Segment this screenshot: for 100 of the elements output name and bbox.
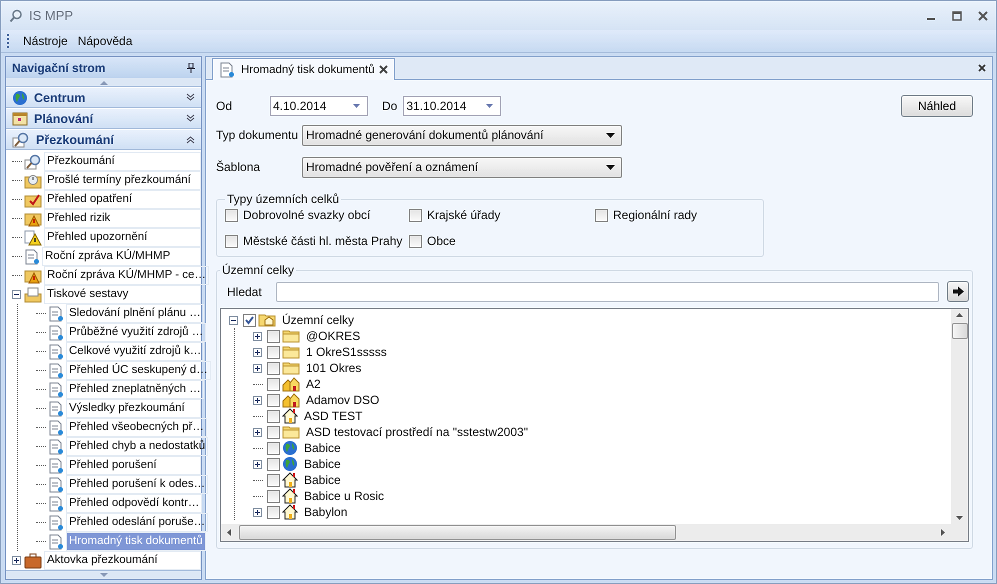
tree-item[interactable]: 1 OkreS1sssss (306, 345, 387, 359)
document-tab[interactable]: Hromadný tisk dokumentů (212, 58, 395, 80)
splitter-handle[interactable] (6, 78, 201, 87)
checkbox[interactable] (409, 234, 422, 248)
tree-item[interactable]: Sledování plnění plánu … (66, 304, 204, 323)
tree-item[interactable]: Babice (304, 473, 341, 487)
scroll-right-icon[interactable] (941, 529, 945, 536)
tree-item[interactable]: Přehled porušení k odes… (66, 475, 208, 494)
close-icon[interactable] (378, 65, 388, 74)
tree-item[interactable]: Přehled opatření (44, 190, 201, 209)
scroll-thumb[interactable] (952, 323, 968, 339)
dropdown-arrow-icon[interactable] (606, 132, 615, 138)
search-field[interactable] (276, 282, 939, 302)
tab-label[interactable]: Hromadný tisk dokumentů (241, 64, 375, 76)
checkbox[interactable] (409, 208, 422, 222)
tree-item[interactable]: ASD testovací prostředí na "sstestw2003" (306, 425, 528, 439)
expand-icon[interactable] (253, 332, 265, 340)
expand-icon[interactable] (253, 396, 265, 404)
checkbox[interactable] (267, 362, 280, 374)
checkbox[interactable] (267, 506, 280, 518)
checkbox[interactable] (225, 208, 238, 222)
dropdown[interactable]: Hromadné generování dokumentů plánování (302, 124, 622, 146)
go-button[interactable] (947, 281, 969, 302)
tree-item[interactable]: Přehled všeobecných př… (66, 418, 207, 437)
tree-item[interactable]: Přehled odeslání poruše… (66, 513, 208, 532)
expand-icon[interactable] (12, 556, 24, 565)
tree-item[interactable]: @OKRES (306, 329, 360, 343)
tree-item[interactable]: Babice u Rosic (304, 489, 384, 503)
checkbox-label[interactable]: Městské části hl. města Prahy (243, 234, 402, 248)
checkbox[interactable] (267, 330, 280, 342)
expand-icon[interactable] (253, 364, 265, 372)
tree-item[interactable]: 101 Okres (306, 361, 362, 375)
tree-item[interactable]: Přehled porušení (66, 456, 201, 475)
checkbox[interactable] (267, 490, 280, 502)
scroll-down-icon[interactable] (956, 516, 963, 520)
tree-item[interactable]: Přehled chyb a nedostatků (66, 437, 208, 456)
tree-item[interactable]: Přehled upozornění (44, 228, 201, 247)
dropdown-arrow-icon[interactable] (606, 164, 615, 170)
date-field[interactable]: 4.10.2014 (270, 96, 368, 116)
tree-item[interactable]: Územní celky (282, 313, 354, 327)
tree-item[interactable]: Babice (304, 457, 341, 471)
expand-icon[interactable] (253, 508, 265, 516)
tree-item[interactable]: Přehled odpovědí kontr… (66, 494, 202, 513)
dropdown[interactable]: Hromadné pověření a oznámení (302, 156, 622, 178)
close-icon[interactable] (978, 10, 988, 20)
tree-item[interactable]: Babylon (304, 505, 348, 519)
checkbox-label[interactable]: Krajské úřady (427, 208, 500, 222)
expand-icon[interactable] (253, 460, 265, 468)
checkbox[interactable] (267, 346, 280, 358)
tree-item[interactable]: Roční zpráva KÚ/MHMP (42, 247, 201, 266)
menu-item[interactable]: Nápověda (74, 34, 136, 48)
tree-item[interactable]: Přezkoumání (44, 152, 201, 171)
checkbox[interactable] (267, 458, 280, 470)
splitter-handle[interactable] (6, 570, 201, 579)
collapse-icon[interactable] (12, 290, 24, 299)
checkbox[interactable] (243, 314, 256, 326)
tree-item[interactable]: Prošlé termíny přezkoumání (44, 171, 201, 190)
chevron-icon[interactable] (186, 114, 195, 123)
tree-item[interactable]: ASD TEST (304, 409, 362, 423)
tree-item[interactable]: Roční zpráva KÚ/MHMP - ce… (44, 266, 209, 285)
tree-item[interactable]: Adamov DSO (306, 393, 380, 407)
scroll-up-icon[interactable] (956, 313, 963, 317)
horizontal-scrollbar[interactable] (221, 524, 968, 541)
tree-item[interactable]: Výsledky přezkoumání (66, 399, 201, 418)
tree-item[interactable]: Průběžné využití zdrojů … (66, 323, 206, 342)
checkbox-label[interactable]: Obce (427, 234, 456, 248)
expand-icon[interactable] (253, 348, 265, 356)
checkbox-label[interactable]: Regionální rady (613, 208, 698, 222)
checkbox[interactable] (267, 442, 280, 454)
checkbox[interactable] (267, 394, 280, 406)
pin-icon[interactable] (187, 62, 195, 72)
tree-item[interactable]: Přehled zneplatněných … (66, 380, 204, 399)
close-icon[interactable] (978, 64, 986, 72)
preview-button[interactable]: Náhled (901, 95, 973, 117)
date-field[interactable]: 31.10.2014 (403, 96, 502, 116)
tree-item[interactable]: Babice (304, 441, 341, 455)
checkbox-label[interactable]: Dobrovolné svazky obcí (243, 208, 370, 222)
scroll-thumb[interactable] (239, 525, 676, 540)
tree-item[interactable]: Přehled ÚC seskupený d… (66, 361, 211, 380)
checkbox[interactable] (595, 208, 608, 222)
maximize-icon[interactable] (952, 10, 962, 20)
tree-item[interactable]: Celkové využití zdrojů k… (66, 342, 204, 361)
tree-item[interactable]: Tiskové sestavy (44, 285, 201, 304)
tree-item[interactable]: Aktovka přezkoumání (44, 551, 201, 570)
collapse-icon[interactable] (229, 316, 241, 324)
checkbox[interactable] (267, 378, 280, 390)
scroll-left-icon[interactable] (227, 529, 231, 536)
chevron-icon[interactable] (186, 135, 195, 144)
chevron-icon[interactable] (186, 93, 195, 102)
menu-item[interactable]: Nástroje (19, 34, 72, 48)
checkbox[interactable] (267, 474, 280, 486)
group-header[interactable]: Centrum (6, 87, 201, 108)
vertical-scrollbar[interactable] (951, 309, 968, 524)
checkbox[interactable] (225, 234, 238, 248)
expand-icon[interactable] (253, 428, 265, 436)
checkbox[interactable] (267, 426, 280, 438)
group-header[interactable]: Přezkoumání (6, 129, 201, 150)
checkbox[interactable] (267, 410, 280, 422)
group-header[interactable]: Plánování (6, 108, 201, 129)
tree-item[interactable]: A2 (306, 377, 321, 391)
